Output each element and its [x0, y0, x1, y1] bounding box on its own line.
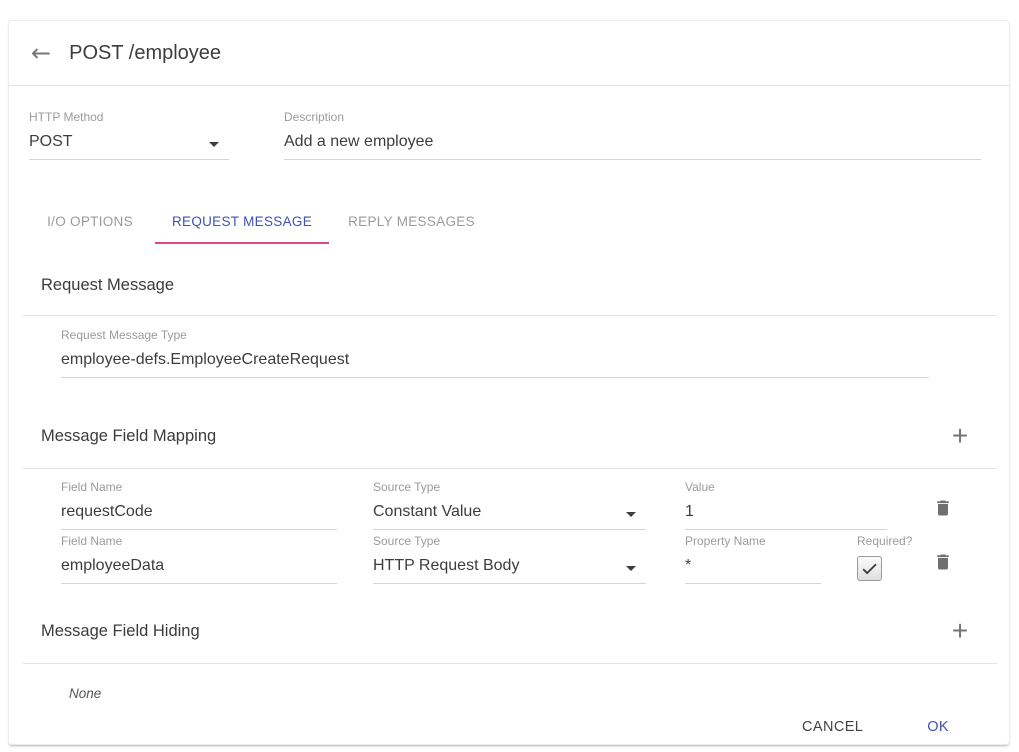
- divider: [23, 663, 997, 664]
- endpoint-editor-card: ← POST /employee HTTP Method POST Descri…: [8, 20, 1010, 745]
- field-name-input[interactable]: employeeData: [61, 555, 337, 584]
- page-title: POST /employee: [69, 42, 221, 65]
- dropdown-arrow-icon: [626, 512, 636, 517]
- description-field[interactable]: Description Add a new employee: [284, 110, 981, 160]
- request-message-type-field[interactable]: Request Message Type employee-defs.Emplo…: [61, 328, 929, 378]
- trash-icon: [933, 551, 953, 573]
- card-header: ← POST /employee: [9, 21, 1009, 86]
- checkmark-icon: [860, 559, 879, 578]
- source-type-select[interactable]: Source Type HTTP Request Body: [373, 534, 646, 584]
- mapping-row-1: Field Name requestCode Source Type Const…: [9, 469, 1009, 523]
- cancel-button[interactable]: CANCEL: [794, 709, 871, 745]
- http-method-select[interactable]: HTTP Method POST: [29, 110, 229, 160]
- field-hiding-header-row: Message Field Hiding +: [9, 619, 1009, 643]
- tab-reply-messages[interactable]: REPLY MESSAGES: [329, 200, 494, 244]
- field-mapping-heading: Message Field Mapping: [41, 427, 216, 446]
- method-description-row: HTTP Method POST Description Add a new e…: [9, 86, 1009, 160]
- dropdown-arrow-icon: [209, 142, 219, 147]
- ok-button[interactable]: OK: [919, 709, 957, 745]
- field-hiding-heading: Message Field Hiding: [41, 622, 200, 641]
- add-hiding-button[interactable]: +: [949, 619, 971, 643]
- property-name-label: Property Name: [685, 534, 821, 548]
- trash-icon: [933, 497, 953, 519]
- field-hiding-empty-text: None: [9, 686, 1009, 701]
- required-label: Required?: [857, 534, 927, 548]
- dropdown-arrow-icon: [626, 566, 636, 571]
- value-label: Value: [685, 480, 887, 494]
- delete-row-button[interactable]: [932, 551, 954, 575]
- http-method-value[interactable]: POST: [29, 131, 229, 160]
- dialog-actions: CANCEL OK: [9, 709, 1009, 745]
- tab-request-message[interactable]: REQUEST MESSAGE: [155, 200, 329, 244]
- property-name-field[interactable]: Property Name *: [685, 534, 821, 584]
- source-type-label: Source Type: [373, 534, 646, 548]
- add-mapping-button[interactable]: +: [949, 424, 971, 448]
- request-message-type-input[interactable]: employee-defs.EmployeeCreateRequest: [61, 349, 929, 378]
- request-message-type-label: Request Message Type: [61, 328, 929, 342]
- source-type-label: Source Type: [373, 480, 646, 494]
- mapping-row-2: Field Name employeeData Source Type HTTP…: [9, 523, 1009, 577]
- required-group: Required?: [857, 534, 927, 581]
- required-checkbox[interactable]: [857, 556, 882, 581]
- delete-row-button[interactable]: [932, 497, 954, 521]
- description-input[interactable]: Add a new employee: [284, 131, 981, 160]
- field-name-field[interactable]: Field Name employeeData: [61, 534, 337, 584]
- property-name-input[interactable]: *: [685, 555, 821, 584]
- field-mapping-header-row: Message Field Mapping +: [9, 424, 1009, 448]
- divider: [23, 315, 997, 316]
- request-message-heading: Request Message: [9, 276, 1009, 295]
- tab-bar: I/O OPTIONS REQUEST MESSAGE REPLY MESSAG…: [9, 200, 1009, 244]
- http-method-label: HTTP Method: [29, 110, 229, 124]
- description-label: Description: [284, 110, 981, 124]
- field-name-label: Field Name: [61, 534, 337, 548]
- field-name-label: Field Name: [61, 480, 337, 494]
- tab-io-options[interactable]: I/O OPTIONS: [25, 200, 155, 244]
- back-arrow-icon[interactable]: ←: [31, 41, 51, 65]
- source-type-value[interactable]: HTTP Request Body: [373, 555, 646, 584]
